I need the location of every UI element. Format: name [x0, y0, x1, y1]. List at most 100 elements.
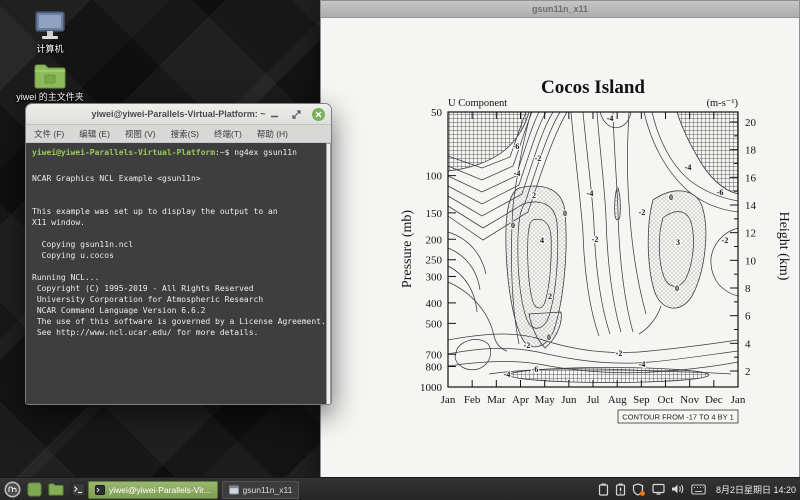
- folder-icon: [32, 62, 68, 90]
- menu-edit[interactable]: 编辑 (E): [79, 128, 110, 140]
- svg-text:0: 0: [547, 333, 551, 342]
- mint-menu-icon: [4, 481, 21, 498]
- svg-text:-6: -6: [717, 188, 724, 197]
- svg-text:12: 12: [745, 228, 756, 240]
- taskbar-clock[interactable]: 8月2日星期日 14:20: [712, 483, 796, 496]
- svg-text:500: 500: [426, 318, 443, 330]
- svg-text:Nov: Nov: [680, 394, 699, 406]
- taskbar-window-list: yiwei@yiwei-Parallels-Vir... gsun11n_x11: [88, 481, 299, 499]
- prompt-line: yiwei@yiwei-Parallels-Virtual-Platform:~…: [26, 143, 331, 158]
- svg-text:14: 14: [745, 200, 757, 212]
- x11-canvas: Cocos Island U Component (m-s⁻¹) Pressur…: [321, 18, 799, 479]
- desktop-icon-home-folder[interactable]: yiwei 的主文件夹: [10, 62, 90, 102]
- svg-text:-4: -4: [587, 189, 594, 198]
- terminal-menubar: 文件 (F) 编辑 (E) 视图 (V) 搜索(S) 终端(T) 帮助 (H): [26, 125, 331, 143]
- volume-icon[interactable]: [671, 483, 685, 495]
- svg-text:150: 150: [426, 208, 443, 220]
- svg-text:0: 0: [563, 209, 567, 218]
- svg-text:Jan: Jan: [731, 394, 746, 406]
- taskbar-item-terminal[interactable]: yiwei@yiwei-Parallels-Vir...: [88, 481, 218, 499]
- update-shield-icon[interactable]: [632, 483, 646, 496]
- svg-text:10: 10: [745, 255, 757, 267]
- menu-help[interactable]: 帮助 (H): [257, 128, 288, 140]
- scrollbar-thumb[interactable]: [326, 143, 331, 405]
- terminal-icon: [71, 482, 86, 497]
- prompt-user-host: yiwei@yiwei-Parallels-Virtual-Platform: [32, 148, 215, 157]
- show-desktop-launcher[interactable]: [25, 480, 43, 498]
- svg-text:-2: -2: [722, 236, 729, 245]
- taskbar-item-label: gsun11n_x11: [243, 485, 293, 495]
- contour-filled-regions: [448, 112, 738, 383]
- taskbar-item-gsun11n-x11[interactable]: gsun11n_x11: [222, 481, 300, 499]
- taskbar-item-label: yiwei@yiwei-Parallels-Vir...: [109, 485, 211, 495]
- system-tray: 8月2日星期日 14:20: [598, 478, 796, 500]
- svg-text:400: 400: [426, 298, 443, 310]
- x11-window: gsun11n_x11 Cocos Island U Component (m-…: [320, 0, 800, 478]
- svg-text:1000: 1000: [420, 382, 443, 394]
- svg-text:300: 300: [426, 271, 443, 283]
- svg-text:8: 8: [745, 283, 751, 295]
- svg-text:Apr: Apr: [512, 394, 529, 406]
- menu-button[interactable]: [3, 480, 21, 498]
- svg-text:3: 3: [676, 238, 680, 247]
- svg-text:-4: -4: [639, 360, 646, 369]
- terminal-output: NCAR Graphics NCL Example <gsun11n> This…: [26, 158, 331, 338]
- svg-text:Feb: Feb: [464, 394, 481, 406]
- svg-text:6: 6: [745, 311, 751, 323]
- svg-text:Sep: Sep: [633, 394, 650, 406]
- svg-text:-2: -2: [616, 349, 623, 358]
- menu-view[interactable]: 视图 (V): [125, 128, 156, 140]
- battery-icon[interactable]: [598, 483, 609, 496]
- svg-text:250: 250: [426, 255, 443, 267]
- svg-text:2: 2: [745, 366, 751, 378]
- close-button[interactable]: [312, 108, 325, 121]
- svg-text:Dec: Dec: [705, 394, 723, 406]
- files-launcher[interactable]: [47, 480, 65, 498]
- svg-text:-4: -4: [504, 370, 511, 379]
- y-axis-right-title: Height (km): [776, 212, 791, 281]
- battery-alert-icon[interactable]: [615, 483, 626, 496]
- desktop: 计算机 yiwei 的主文件夹 gsun11n_x11: [0, 0, 800, 500]
- chart-title: Cocos Island: [541, 77, 645, 98]
- minimize-button[interactable]: [268, 108, 281, 121]
- terminal-scrollbar[interactable]: [326, 143, 331, 405]
- svg-text:Oct: Oct: [658, 394, 674, 406]
- svg-text:-2: -2: [524, 341, 531, 350]
- menu-search[interactable]: 搜索(S): [171, 128, 199, 140]
- taskbar: yiwei@yiwei-Parallels-Vir... gsun11n_x11: [0, 477, 800, 500]
- contour-note-text: CONTOUR FROM -17 TO 4 BY 1: [622, 413, 734, 422]
- svg-text:2: 2: [532, 191, 536, 200]
- menu-file[interactable]: 文件 (F): [34, 128, 64, 140]
- show-desktop-icon: [27, 482, 42, 497]
- terminal-content[interactable]: yiwei@yiwei-Parallels-Virtual-Platform:~…: [26, 143, 331, 405]
- maximize-button[interactable]: [290, 108, 303, 121]
- menu-terminal[interactable]: 终端(T): [214, 128, 242, 140]
- chart-field-label: U Component: [448, 98, 507, 109]
- keyboard-input-icon[interactable]: [691, 484, 706, 495]
- terminal-launcher[interactable]: [69, 480, 87, 498]
- computer-icon: [31, 10, 69, 42]
- svg-text:Jul: Jul: [587, 394, 600, 406]
- svg-text:700: 700: [426, 349, 443, 361]
- desktop-icon-computer[interactable]: 计算机: [10, 10, 90, 54]
- svg-text:18: 18: [745, 145, 757, 157]
- terminal-titlebar[interactable]: yiwei@yiwei-Parallels-Virtual-Platform: …: [26, 104, 331, 125]
- svg-text:-4: -4: [685, 163, 692, 172]
- svg-text:800: 800: [426, 362, 443, 374]
- terminal-window: yiwei@yiwei-Parallels-Virtual-Platform: …: [25, 103, 332, 405]
- chart-units-label: (m-s⁻¹): [707, 98, 739, 109]
- svg-text:-2: -2: [592, 235, 599, 244]
- y-axis-left-title: Pressure (mb): [400, 210, 415, 288]
- svg-text:200: 200: [426, 234, 443, 246]
- typed-command: ng4ex gsun11n: [234, 148, 297, 157]
- display-icon[interactable]: [652, 483, 665, 495]
- x11-titlebar[interactable]: gsun11n_x11: [321, 1, 799, 18]
- svg-text:50: 50: [431, 107, 443, 119]
- desktop-icon-label: 计算机: [36, 44, 63, 54]
- svg-text:0: 0: [669, 193, 673, 202]
- terminal-icon: [95, 485, 105, 495]
- svg-text:2: 2: [548, 292, 552, 301]
- contour-note-box: CONTOUR FROM -17 TO 4 BY 1: [618, 410, 738, 423]
- svg-text:4: 4: [745, 338, 751, 350]
- svg-text:Jun: Jun: [561, 394, 577, 406]
